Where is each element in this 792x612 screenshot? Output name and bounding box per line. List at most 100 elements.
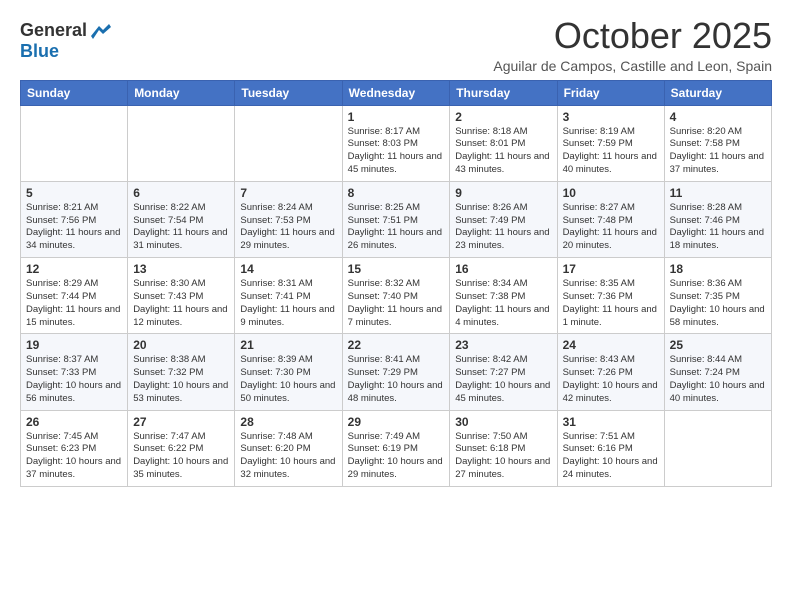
day-info: Sunrise: 8:26 AM Sunset: 7:49 PM Dayligh…	[455, 202, 551, 253]
calendar-cell: 1 Sunrise: 8:17 AM Sunset: 8:03 PM Daylig…	[342, 105, 450, 181]
day-info: Sunrise: 8:38 AM Sunset: 7:32 PM Dayligh…	[133, 354, 229, 405]
logo-blue-text: Blue	[20, 41, 59, 62]
day-info: Sunrise: 8:20 AM Sunset: 7:58 PM Dayligh…	[670, 126, 766, 177]
day-number: 30	[455, 415, 551, 429]
calendar-cell: 15 Sunrise: 8:32 AM Sunset: 7:40 PM Dayli…	[342, 258, 450, 334]
day-number: 17	[563, 262, 659, 276]
day-number: 29	[348, 415, 445, 429]
day-info: Sunrise: 8:18 AM Sunset: 8:01 PM Dayligh…	[455, 126, 551, 177]
day-number: 19	[26, 338, 122, 352]
calendar-cell: 24Sunrise: 8:43 AM Sunset: 7:26 PM Dayli…	[557, 334, 664, 410]
day-number: 4	[670, 110, 766, 124]
day-number: 7	[240, 186, 336, 200]
day-number: 9	[455, 186, 551, 200]
day-info: Sunrise: 8:37 AM Sunset: 7:33 PM Dayligh…	[26, 354, 122, 405]
logo-bird-icon	[89, 22, 111, 40]
calendar-cell: 22 Sunrise: 8:41 AM Sunset: 7:29 PM Dayli…	[342, 334, 450, 410]
day-number: 3	[563, 110, 659, 124]
month-title: October 2025	[493, 16, 772, 56]
calendar-cell: 23 Sunrise: 8:42 AM Sunset: 7:27 PM Dayli…	[450, 334, 557, 410]
calendar-cell: 5Sunrise: 8:21 AM Sunset: 7:56 PM Daylig…	[21, 181, 128, 257]
page: General Blue October 2025 Aguilar de Cam…	[0, 0, 792, 612]
day-number: 25	[670, 338, 766, 352]
calendar-cell: 16 Sunrise: 8:34 AM Sunset: 7:38 PM Dayli…	[450, 258, 557, 334]
day-number: 21	[240, 338, 336, 352]
day-number: 22	[348, 338, 445, 352]
day-info: Sunrise: 8:32 AM Sunset: 7:40 PM Dayligh…	[348, 278, 445, 329]
calendar-cell: 11 Sunrise: 8:28 AM Sunset: 7:46 PM Dayli…	[664, 181, 771, 257]
day-info: Sunrise: 8:39 AM Sunset: 7:30 PM Dayligh…	[240, 354, 336, 405]
day-info: Sunrise: 8:17 AM Sunset: 8:03 PM Dayligh…	[348, 126, 445, 177]
weekday-header-saturday: Saturday	[664, 80, 771, 105]
calendar-cell: 12 Sunrise: 8:29 AM Sunset: 7:44 PM Dayli…	[21, 258, 128, 334]
calendar-cell: 7 Sunrise: 8:24 AM Sunset: 7:53 PM Daylig…	[235, 181, 342, 257]
day-number: 11	[670, 186, 766, 200]
day-number: 18	[670, 262, 766, 276]
calendar-cell	[235, 105, 342, 181]
calendar-cell: 10 Sunrise: 8:27 AM Sunset: 7:48 PM Dayli…	[557, 181, 664, 257]
calendar-cell: 21 Sunrise: 8:39 AM Sunset: 7:30 PM Dayli…	[235, 334, 342, 410]
day-number: 23	[455, 338, 551, 352]
header: General Blue October 2025 Aguilar de Cam…	[20, 16, 772, 74]
calendar-cell: 20 Sunrise: 8:38 AM Sunset: 7:32 PM Dayli…	[128, 334, 235, 410]
day-info: Sunrise: 8:27 AM Sunset: 7:48 PM Dayligh…	[563, 202, 659, 253]
calendar-cell: 14Sunrise: 8:31 AM Sunset: 7:41 PM Dayli…	[235, 258, 342, 334]
day-number: 31	[563, 415, 659, 429]
day-number: 2	[455, 110, 551, 124]
calendar-cell: 31 Sunrise: 7:51 AM Sunset: 6:16 PM Dayli…	[557, 410, 664, 486]
day-info: Sunrise: 8:41 AM Sunset: 7:29 PM Dayligh…	[348, 354, 445, 405]
calendar-cell: 27Sunrise: 7:47 AM Sunset: 6:22 PM Dayli…	[128, 410, 235, 486]
day-number: 28	[240, 415, 336, 429]
calendar-cell: 6 Sunrise: 8:22 AM Sunset: 7:54 PM Daylig…	[128, 181, 235, 257]
weekday-header-thursday: Thursday	[450, 80, 557, 105]
day-info: Sunrise: 8:43 AM Sunset: 7:26 PM Dayligh…	[563, 354, 659, 405]
day-info: Sunrise: 8:22 AM Sunset: 7:54 PM Dayligh…	[133, 202, 229, 253]
calendar-cell: 4 Sunrise: 8:20 AM Sunset: 7:58 PM Daylig…	[664, 105, 771, 181]
day-number: 14	[240, 262, 336, 276]
day-number: 5	[26, 186, 122, 200]
day-info: Sunrise: 8:30 AM Sunset: 7:43 PM Dayligh…	[133, 278, 229, 329]
calendar-cell: 30Sunrise: 7:50 AM Sunset: 6:18 PM Dayli…	[450, 410, 557, 486]
day-info: Sunrise: 8:35 AM Sunset: 7:36 PM Dayligh…	[563, 278, 659, 329]
day-number: 10	[563, 186, 659, 200]
calendar-table: SundayMondayTuesdayWednesdayThursdayFrid…	[20, 80, 772, 487]
day-info: Sunrise: 8:44 AM Sunset: 7:24 PM Dayligh…	[670, 354, 766, 405]
day-info: Sunrise: 8:42 AM Sunset: 7:27 PM Dayligh…	[455, 354, 551, 405]
day-number: 1	[348, 110, 445, 124]
calendar-cell: 9 Sunrise: 8:26 AM Sunset: 7:49 PM Daylig…	[450, 181, 557, 257]
day-info: Sunrise: 8:29 AM Sunset: 7:44 PM Dayligh…	[26, 278, 122, 329]
calendar-cell: 8 Sunrise: 8:25 AM Sunset: 7:51 PM Daylig…	[342, 181, 450, 257]
day-number: 8	[348, 186, 445, 200]
day-info: Sunrise: 8:34 AM Sunset: 7:38 PM Dayligh…	[455, 278, 551, 329]
calendar-cell: 18 Sunrise: 8:36 AM Sunset: 7:35 PM Dayli…	[664, 258, 771, 334]
day-info: Sunrise: 7:47 AM Sunset: 6:22 PM Dayligh…	[133, 431, 229, 482]
day-number: 16	[455, 262, 551, 276]
day-info: Sunrise: 7:45 AM Sunset: 6:23 PM Dayligh…	[26, 431, 122, 482]
weekday-header-wednesday: Wednesday	[342, 80, 450, 105]
calendar-cell	[21, 105, 128, 181]
day-number: 6	[133, 186, 229, 200]
day-number: 12	[26, 262, 122, 276]
day-number: 15	[348, 262, 445, 276]
calendar-cell: 3 Sunrise: 8:19 AM Sunset: 7:59 PM Daylig…	[557, 105, 664, 181]
day-info: Sunrise: 7:51 AM Sunset: 6:16 PM Dayligh…	[563, 431, 659, 482]
calendar-cell: 19 Sunrise: 8:37 AM Sunset: 7:33 PM Dayli…	[21, 334, 128, 410]
day-number: 20	[133, 338, 229, 352]
location-title: Aguilar de Campos, Castille and Leon, Sp…	[493, 58, 772, 74]
title-block: October 2025 Aguilar de Campos, Castille…	[493, 16, 772, 74]
logo: General Blue	[20, 20, 111, 62]
calendar-cell: 26Sunrise: 7:45 AM Sunset: 6:23 PM Dayli…	[21, 410, 128, 486]
day-info: Sunrise: 8:24 AM Sunset: 7:53 PM Dayligh…	[240, 202, 336, 253]
day-info: Sunrise: 7:48 AM Sunset: 6:20 PM Dayligh…	[240, 431, 336, 482]
day-info: Sunrise: 8:36 AM Sunset: 7:35 PM Dayligh…	[670, 278, 766, 329]
day-info: Sunrise: 8:25 AM Sunset: 7:51 PM Dayligh…	[348, 202, 445, 253]
weekday-header-sunday: Sunday	[21, 80, 128, 105]
day-info: Sunrise: 8:19 AM Sunset: 7:59 PM Dayligh…	[563, 126, 659, 177]
calendar-cell: 2 Sunrise: 8:18 AM Sunset: 8:01 PM Daylig…	[450, 105, 557, 181]
day-info: Sunrise: 8:28 AM Sunset: 7:46 PM Dayligh…	[670, 202, 766, 253]
weekday-header-friday: Friday	[557, 80, 664, 105]
day-info: Sunrise: 7:49 AM Sunset: 6:19 PM Dayligh…	[348, 431, 445, 482]
logo-general-text: General	[20, 20, 87, 41]
calendar-cell: 28 Sunrise: 7:48 AM Sunset: 6:20 PM Dayli…	[235, 410, 342, 486]
calendar-cell: 13Sunrise: 8:30 AM Sunset: 7:43 PM Dayli…	[128, 258, 235, 334]
